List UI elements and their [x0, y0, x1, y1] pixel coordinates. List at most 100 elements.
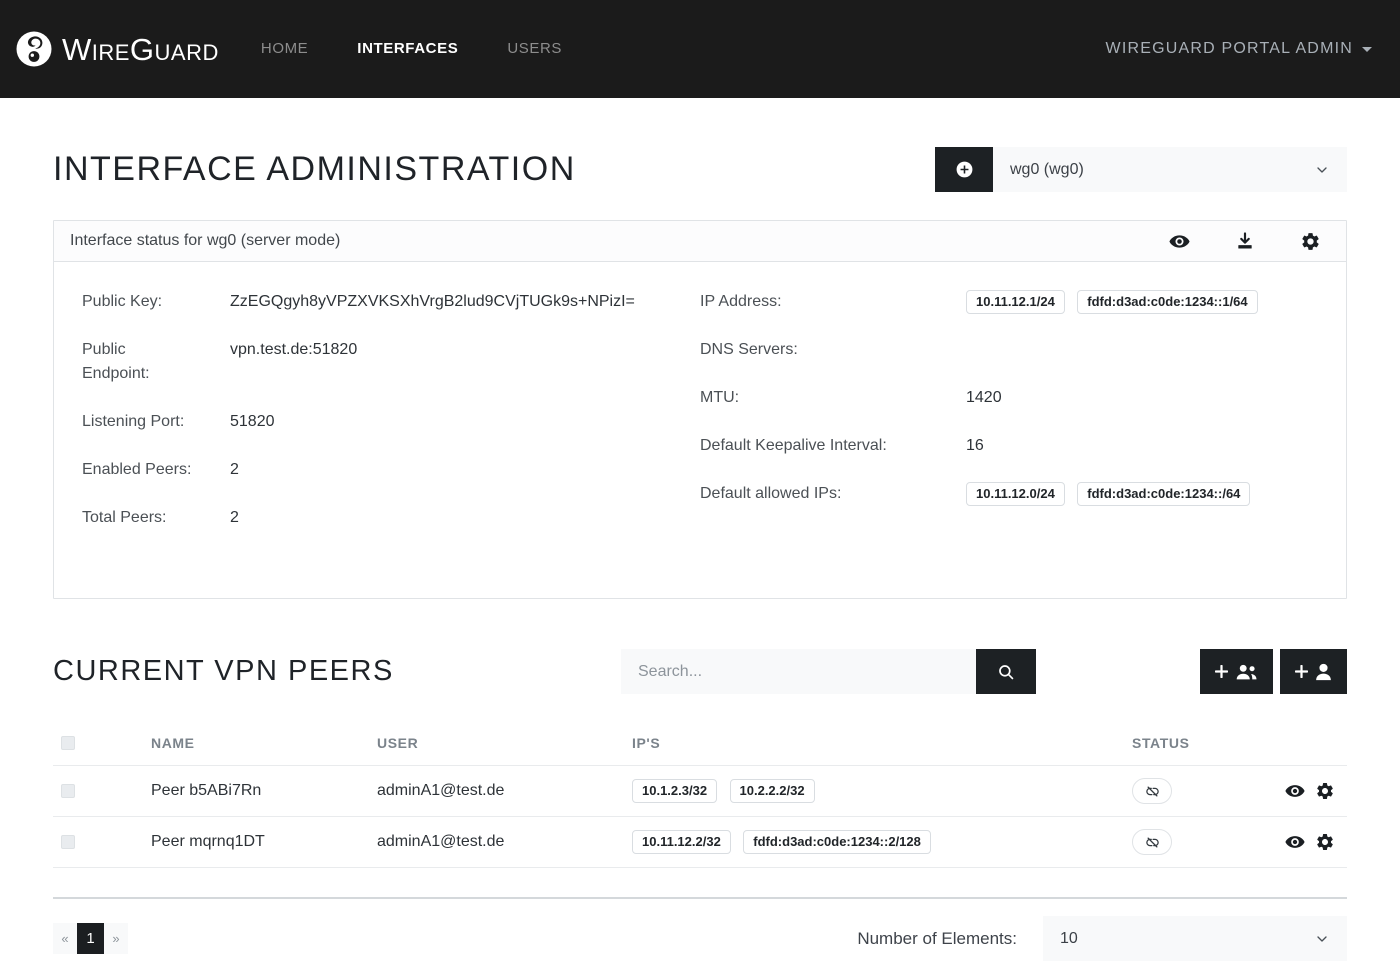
- nav-item-users[interactable]: USERS: [507, 40, 562, 57]
- eye-icon[interactable]: [1169, 231, 1190, 252]
- users-group-icon: [1235, 663, 1258, 681]
- download-icon[interactable]: [1235, 231, 1255, 252]
- ip-badge: 10.11.12.2/32: [632, 830, 731, 854]
- select-all-checkbox[interactable]: [61, 736, 75, 750]
- plus-icon: [1215, 665, 1228, 678]
- table-row: Peer mqrnq1DT adminA1@test.de 10.11.12.2…: [53, 817, 1347, 868]
- peers-header: CURRENT VPN PEERS: [53, 649, 1347, 694]
- user-menu-dropdown[interactable]: WIREGUARD PORTAL ADMIN: [1106, 40, 1372, 58]
- peer-user: adminA1@test.de: [369, 766, 624, 817]
- search-input[interactable]: [621, 649, 976, 694]
- nav-item-home[interactable]: HOME: [261, 40, 308, 57]
- row-actions: [1266, 781, 1339, 801]
- plus-icon: [1295, 665, 1308, 678]
- brand-logo[interactable]: WireGuard: [15, 30, 219, 68]
- status-badge: [1132, 778, 1172, 804]
- field-default-allowed-ips: Default allowed IPs: 10.11.12.0/24 fdfd:…: [700, 482, 1318, 506]
- user-icon: [1315, 663, 1332, 681]
- wireguard-dragon-icon: [15, 30, 53, 68]
- status-left-column: Public Key: ZzEGQgyh8yVPZXVKSXhVrgB2lud9…: [82, 290, 700, 554]
- status-badge: [1132, 829, 1172, 855]
- footer-row: « 1 » Number of Elements: 10: [53, 916, 1347, 961]
- peers-table: NAME USER IP'S STATUS Peer b5ABi7Rn admi…: [53, 721, 1347, 868]
- column-header-status: STATUS: [1124, 721, 1258, 766]
- ip-badge: 10.11.12.0/24: [966, 482, 1065, 506]
- table-row: Peer b5ABi7Rn adminA1@test.de 10.1.2.3/3…: [53, 766, 1347, 817]
- interface-select-value: wg0 (wg0): [1010, 161, 1084, 179]
- row-actions: [1266, 832, 1339, 852]
- user-menu-label: WIREGUARD PORTAL ADMIN: [1106, 40, 1353, 58]
- pagination-page-1[interactable]: 1: [77, 923, 104, 954]
- gear-icon[interactable]: [1315, 781, 1335, 801]
- chevron-down-icon: [1314, 162, 1330, 178]
- peer-status: [1124, 817, 1258, 868]
- column-header-user: USER: [369, 721, 624, 766]
- column-header-ips: IP'S: [624, 721, 1124, 766]
- panel-header: Interface status for wg0 (server mode): [54, 221, 1346, 262]
- elements-select-value: 10: [1060, 930, 1078, 948]
- interface-status-panel: Interface status for wg0 (server mode) P…: [53, 220, 1347, 599]
- page-title: INTERFACE ADMINISTRATION: [53, 150, 576, 189]
- ip-badge: fdfd:d3ad:c0de:1234::/64: [1077, 482, 1250, 506]
- peer-status: [1124, 766, 1258, 817]
- ip-badge: 10.1.2.3/32: [632, 779, 717, 803]
- field-total-peers: Total Peers: 2: [82, 506, 700, 530]
- search-group: [621, 649, 1036, 694]
- pagination: « 1 »: [53, 923, 128, 954]
- pagination-next[interactable]: »: [104, 923, 128, 954]
- eye-icon[interactable]: [1285, 832, 1305, 852]
- link-slash-icon: [1145, 784, 1160, 799]
- caret-down-icon: [1362, 47, 1372, 52]
- nav-links: HOME INTERFACES USERS: [261, 40, 562, 58]
- field-listening-port: Listening Port: 51820: [82, 410, 700, 434]
- peer-name: Peer mqrnq1DT: [143, 817, 369, 868]
- chevron-down-icon: [1314, 931, 1330, 947]
- peer-user: adminA1@test.de: [369, 817, 624, 868]
- add-buttons: [1200, 649, 1347, 694]
- eye-icon[interactable]: [1285, 781, 1305, 801]
- gear-icon[interactable]: [1300, 231, 1321, 252]
- table-header-row: NAME USER IP'S STATUS: [53, 721, 1347, 766]
- interface-select-group: wg0 (wg0): [935, 147, 1347, 192]
- main-content: INTERFACE ADMINISTRATION wg0 (wg0) Inter…: [0, 147, 1400, 961]
- row-checkbox[interactable]: [61, 784, 75, 798]
- add-interface-button[interactable]: [935, 147, 993, 192]
- field-keepalive: Default Keepalive Interval: 16: [700, 434, 1318, 458]
- table-bottom-divider: [53, 897, 1347, 899]
- elements-per-page: Number of Elements: 10: [857, 916, 1347, 961]
- elements-select[interactable]: 10: [1043, 916, 1347, 961]
- add-multiple-peers-button[interactable]: [1200, 649, 1273, 694]
- link-slash-icon: [1145, 835, 1160, 850]
- peer-ips: 10.1.2.3/32 10.2.2.2/32: [624, 766, 1124, 817]
- peers-title: CURRENT VPN PEERS: [53, 655, 621, 688]
- add-peer-button[interactable]: [1280, 649, 1347, 694]
- plus-circle-icon: [955, 160, 974, 179]
- interface-select[interactable]: wg0 (wg0): [993, 147, 1347, 192]
- pagination-prev[interactable]: «: [53, 923, 77, 954]
- panel-title: Interface status for wg0 (server mode): [70, 232, 340, 250]
- field-ip-address: IP Address: 10.11.12.1/24 fdfd:d3ad:c0de…: [700, 290, 1318, 314]
- page-header: INTERFACE ADMINISTRATION wg0 (wg0): [53, 147, 1347, 192]
- elements-label: Number of Elements:: [857, 929, 1017, 949]
- column-header-name: NAME: [143, 721, 369, 766]
- panel-actions: [1169, 231, 1330, 252]
- field-public-key: Public Key: ZzEGQgyh8yVPZXVKSXhVrgB2lud9…: [82, 290, 700, 314]
- field-enabled-peers: Enabled Peers: 2: [82, 458, 700, 482]
- peer-ips: 10.11.12.2/32 fdfd:d3ad:c0de:1234::2/128: [624, 817, 1124, 868]
- gear-icon[interactable]: [1315, 832, 1335, 852]
- ip-badge: fdfd:d3ad:c0de:1234::2/128: [743, 830, 931, 854]
- nav-item-interfaces[interactable]: INTERFACES: [357, 40, 458, 57]
- peer-name: Peer b5ABi7Rn: [143, 766, 369, 817]
- search-button[interactable]: [976, 649, 1036, 694]
- brand-text: WireGuard: [62, 34, 219, 65]
- field-public-endpoint: Public Endpoint: vpn.test.de:51820: [82, 338, 700, 386]
- row-checkbox[interactable]: [61, 835, 75, 849]
- ip-badge: fdfd:d3ad:c0de:1234::1/64: [1077, 290, 1257, 314]
- search-icon: [997, 663, 1015, 681]
- status-right-column: IP Address: 10.11.12.1/24 fdfd:d3ad:c0de…: [700, 290, 1318, 554]
- ip-badge: 10.2.2.2/32: [730, 779, 815, 803]
- field-dns-servers: DNS Servers:: [700, 338, 1318, 362]
- navbar: WireGuard HOME INTERFACES USERS WIREGUAR…: [0, 0, 1400, 98]
- ip-badge: 10.11.12.1/24: [966, 290, 1065, 314]
- panel-body: Public Key: ZzEGQgyh8yVPZXVKSXhVrgB2lud9…: [54, 262, 1346, 598]
